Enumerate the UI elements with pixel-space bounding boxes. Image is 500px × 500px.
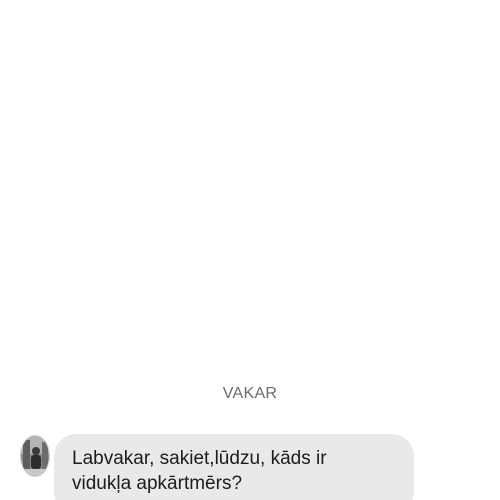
user-avatar-photo-icon: [21, 436, 49, 476]
sender-avatar[interactable]: [20, 435, 50, 477]
message-row-incoming: Labvakar, sakiet,lūdzu, kāds ir vidukļa …: [20, 434, 500, 500]
message-thread[interactable]: VAKAR Labvakar, sakiet,lūdzu, kāds ir vi…: [0, 0, 500, 500]
chat-screen: VAKAR Labvakar, sakiet,lūdzu, kāds ir vi…: [0, 0, 500, 500]
message-text-line-2: vidukļa apkārtmērs?: [72, 473, 243, 494]
date-separator: VAKAR: [222, 385, 278, 402]
message-text-line-1: Labvakar, sakiet,lūdzu, kāds ir: [72, 448, 327, 469]
message-bubble-incoming[interactable]: Labvakar, sakiet,lūdzu, kāds ir vidukļa …: [54, 434, 414, 500]
